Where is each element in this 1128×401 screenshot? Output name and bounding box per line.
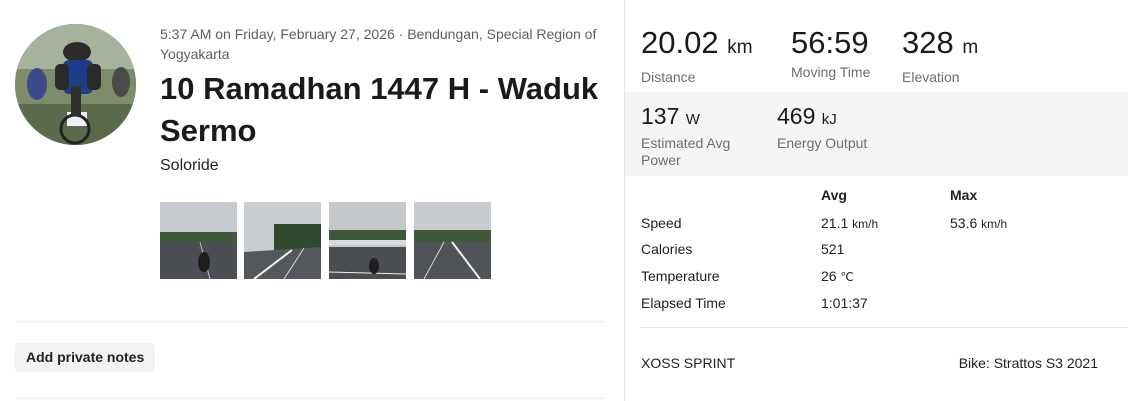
row-avg-unit: km/h xyxy=(852,217,879,231)
add-private-notes-button[interactable]: Add private notes xyxy=(15,343,156,372)
elevation-label: Elevation xyxy=(902,69,960,85)
activity-photo[interactable] xyxy=(414,202,491,279)
road-photo-2 xyxy=(244,202,321,279)
power-label: Estimated Avg Power xyxy=(641,135,731,168)
activity-subtitle: Soloride xyxy=(160,157,219,174)
power-value: 137 xyxy=(641,103,680,129)
row-name: Temperature xyxy=(641,268,720,284)
energy-stat: 469 kJ Energy Output xyxy=(777,103,867,152)
power-stat: 137 W Estimated Avg Power xyxy=(641,103,751,169)
road-photo-3 xyxy=(329,202,406,279)
activity-summary-panel: 5:37 AM on Friday, February 27, 2026 · B… xyxy=(0,0,624,401)
activity-photo[interactable] xyxy=(160,202,237,279)
row-max-unit: km/h xyxy=(981,217,1008,231)
athlete-avatar[interactable] xyxy=(15,24,136,145)
table-row: Elapsed Time 1:01:37 xyxy=(641,295,1121,315)
distance-label: Distance xyxy=(641,69,696,85)
elevation-unit: m xyxy=(962,37,979,58)
activity-photo[interactable] xyxy=(244,202,321,279)
power-unit: W xyxy=(685,111,700,128)
moving-time-value: 56:59 xyxy=(791,25,869,60)
divider xyxy=(640,327,1128,328)
row-avg: 1:01:37 xyxy=(821,295,868,311)
row-avg-unit: ℃ xyxy=(840,270,854,284)
moving-time-stat: 56:59 Moving Time xyxy=(791,26,870,81)
row-name: Calories xyxy=(641,241,693,257)
table-row: Speed 21.1 km/h 53.6 km/h xyxy=(641,215,1121,235)
activity-stats-panel: 20.02 km Distance 56:59 Moving Time 328 … xyxy=(625,0,1128,401)
divider xyxy=(15,398,605,399)
energy-unit: kJ xyxy=(821,111,837,128)
road-photo-1 xyxy=(160,202,237,279)
max-header: Max xyxy=(950,187,978,203)
cyclist-photo xyxy=(15,24,136,145)
row-name: Elapsed Time xyxy=(641,295,726,311)
row-avg: 521 xyxy=(821,241,845,257)
energy-label: Energy Output xyxy=(777,135,868,151)
moving-time-label: Moving Time xyxy=(791,64,871,80)
distance-value: 20.02 xyxy=(641,25,719,60)
road-photo-4 xyxy=(414,202,491,279)
bike-name[interactable]: Bike: Strattos S3 2021 xyxy=(959,355,1098,371)
elevation-stat: 328 m Elevation xyxy=(902,26,978,86)
activity-title: 10 Ramadhan 1447 H - Waduk Sermo xyxy=(160,71,599,148)
row-name: Speed xyxy=(641,215,682,231)
device-name: XOSS SPRINT xyxy=(641,355,736,371)
divider xyxy=(15,321,605,322)
row-avg: 26 xyxy=(821,268,837,284)
row-avg: 21.1 xyxy=(821,215,849,231)
energy-value: 469 xyxy=(777,103,816,129)
avg-header: Avg xyxy=(821,187,847,203)
activity-meta: 5:37 AM on Friday, February 27, 2026 · B… xyxy=(160,26,597,62)
activity-photo[interactable] xyxy=(329,202,406,279)
table-row: Calories 521 xyxy=(641,241,1121,261)
table-row: Temperature 26 ℃ xyxy=(641,268,1121,288)
row-max: 53.6 xyxy=(950,215,978,231)
distance-unit: km xyxy=(727,37,753,58)
distance-stat: 20.02 km Distance xyxy=(641,26,753,86)
elevation-value: 328 xyxy=(902,25,954,60)
